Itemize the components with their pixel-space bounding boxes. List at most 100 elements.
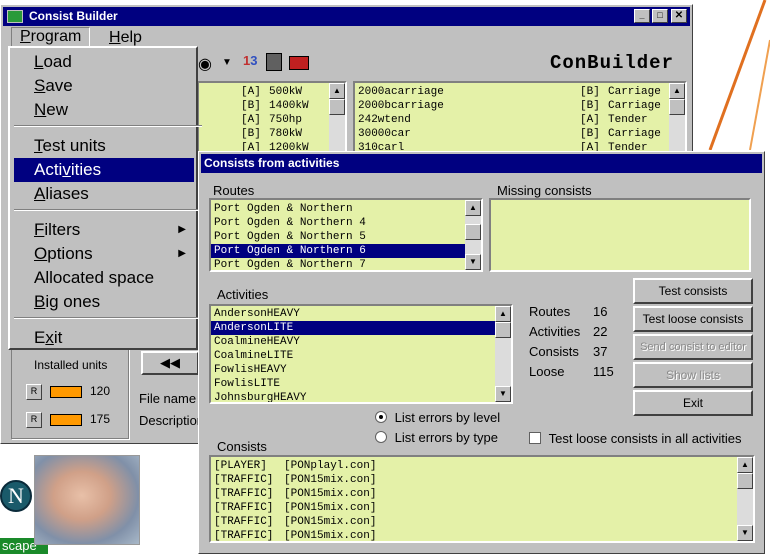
activity-row[interactable]: AndersonHEAVY xyxy=(211,307,495,321)
cars-scrollbar[interactable]: ▲ xyxy=(669,83,685,153)
menu-item-new[interactable]: New xyxy=(14,98,194,122)
activities-list[interactable]: AndersonHEAVY AndersonLITE CoalmineHEAVY Co… xyxy=(209,304,513,404)
refresh-wagons-button[interactable]: R xyxy=(26,412,42,428)
desktop-icon-netscape[interactable]: N xyxy=(0,480,34,540)
route-row[interactable]: Port Ogden & Northern 6 xyxy=(211,244,465,258)
activity-row[interactable]: CoalmineLITE xyxy=(211,349,495,363)
activity-row[interactable]: FowlisLITE xyxy=(211,377,495,391)
units-scrollbar[interactable]: ▲ xyxy=(329,83,345,153)
scroll-thumb[interactable] xyxy=(669,99,685,115)
menu-separator xyxy=(14,125,202,127)
route-row[interactable]: Port Ogden & Northern xyxy=(211,202,465,216)
car-row[interactable]: 30000car [B] Carriage xyxy=(355,127,685,141)
activities-scrollbar[interactable]: ▲ ▼ xyxy=(495,306,511,402)
sort-icon[interactable]: 13 xyxy=(243,53,257,68)
activity-row[interactable]: AndersonLITE xyxy=(211,321,495,335)
unit-row[interactable]: [A] 500kW xyxy=(199,85,345,99)
scroll-up-icon[interactable]: ▲ xyxy=(465,200,481,216)
engine-icon xyxy=(50,386,82,398)
menu-separator xyxy=(14,209,202,211)
test-consists-button[interactable]: Test consists xyxy=(633,278,753,304)
radio-level-control[interactable] xyxy=(375,411,387,423)
mail-icon[interactable] xyxy=(289,56,309,70)
refresh-engines-button[interactable]: R xyxy=(26,384,42,400)
units-list[interactable]: [A] 500kW [B] 1400kW [A] 750hp [B] 780kW [A] 1200… xyxy=(197,81,347,155)
scroll-thumb[interactable] xyxy=(465,224,481,240)
menu-item-activities[interactable]: Activities xyxy=(14,158,194,182)
menu-item-load[interactable]: Load xyxy=(14,50,194,74)
routes-list[interactable]: Port Ogden & Northern Port Ogden & Northe… xyxy=(209,198,483,272)
consist-row[interactable]: [PLAYER] [PONplayl.con] xyxy=(211,459,753,473)
test-loose-checkbox[interactable]: Test loose consists in all activities xyxy=(529,431,742,446)
menu-item-big-ones[interactable]: Big ones xyxy=(14,290,194,314)
route-row[interactable]: Port Ogden & Northern 4 xyxy=(211,216,465,230)
unit-code: [A] xyxy=(241,114,261,126)
checkbox-control[interactable] xyxy=(529,432,541,444)
car-code: [B] xyxy=(580,128,600,140)
consist-row[interactable]: [TRAFFIC] [PON15mix.con] xyxy=(211,473,753,487)
car-name: 2000acarriage xyxy=(358,86,444,98)
activity-row[interactable]: CoalmineHEAVY xyxy=(211,335,495,349)
menu-item-filters[interactable]: Filters ▶ xyxy=(14,218,194,242)
test-loose-consists-button[interactable]: Test loose consists xyxy=(633,306,753,332)
routes-scrollbar[interactable]: ▲ ▼ xyxy=(465,200,481,270)
exit-button[interactable]: Exit xyxy=(633,390,753,416)
route-row[interactable]: Port Ogden & Northern 5 xyxy=(211,230,465,244)
radio-errors-by-level[interactable]: List errors by level xyxy=(375,410,500,425)
stat-value-activities: 22 xyxy=(593,324,608,339)
consists-scrollbar[interactable]: ▲ ▼ xyxy=(737,457,753,541)
scroll-up-icon[interactable]: ▲ xyxy=(669,83,685,99)
send-consist-to-editor-button[interactable]: Send consist to editor xyxy=(633,334,753,360)
chevron-down-icon[interactable]: ▼ xyxy=(222,57,232,68)
menu-item-test-units[interactable]: Test units xyxy=(14,134,194,158)
scroll-thumb[interactable] xyxy=(329,99,345,115)
scroll-up-icon[interactable]: ▲ xyxy=(495,306,511,322)
car-code: [A] xyxy=(580,114,600,126)
cars-list[interactable]: 2000acarriage [B] Carriage 2000bcarriage [B]… xyxy=(353,81,687,155)
menu-item-exit[interactable]: Exit xyxy=(14,326,194,350)
dialog-titlebar[interactable]: Consists from activities xyxy=(201,154,762,173)
main-titlebar[interactable]: Consist Builder _ □ ✕ xyxy=(3,7,690,26)
car-row[interactable]: 2000bcarriage [B] Carriage xyxy=(355,99,685,113)
consist-row[interactable]: [TRAFFIC] [PON15mix.con] xyxy=(211,501,753,515)
consist-row[interactable]: [TRAFFIC] [PON15mix.con] xyxy=(211,487,753,501)
missing-consists-list[interactable] xyxy=(489,198,751,272)
menu-item-label: Test units xyxy=(34,136,106,155)
close-button[interactable]: ✕ xyxy=(671,9,687,23)
unit-code: [B] xyxy=(241,100,261,112)
rewind-button[interactable]: ◀◀ xyxy=(141,351,199,375)
menu-item-save[interactable]: Save xyxy=(14,74,194,98)
consists-list[interactable]: [PLAYER] [PONplayl.con] [TRAFFIC] [PON15mix… xyxy=(209,455,755,543)
show-lists-button[interactable]: Show lists xyxy=(633,362,753,388)
activity-row[interactable]: FowlisHEAVY xyxy=(211,363,495,377)
scroll-up-icon[interactable]: ▲ xyxy=(329,83,345,99)
consist-row[interactable]: [TRAFFIC] [PON15mix.con] xyxy=(211,529,753,541)
unit-code: [A] xyxy=(241,86,261,98)
scroll-down-icon[interactable]: ▼ xyxy=(495,386,511,402)
radio-type-control[interactable] xyxy=(375,431,387,443)
scroll-up-icon[interactable]: ▲ xyxy=(737,457,753,473)
unit-row[interactable]: [A] 750hp xyxy=(199,113,345,127)
menu-item-allocated-space[interactable]: Allocated space xyxy=(14,266,194,290)
car-row[interactable]: 242wtend [A] Tender xyxy=(355,113,685,127)
radio-errors-by-type[interactable]: List errors by type xyxy=(375,430,498,445)
scroll-down-icon[interactable]: ▼ xyxy=(737,525,753,541)
activity-row[interactable]: JohnsburgHEAVY xyxy=(211,391,495,402)
unit-row[interactable]: [B] 780kW xyxy=(199,127,345,141)
eye-icon[interactable]: ◉ xyxy=(198,54,212,74)
unit-row[interactable]: [B] 1400kW xyxy=(199,99,345,113)
scroll-thumb[interactable] xyxy=(495,322,511,338)
consist-file: [PON15mix.con] xyxy=(284,488,377,500)
route-row[interactable]: Port Ogden & Northern 7 xyxy=(211,258,465,270)
car-row[interactable]: 2000acarriage [B] Carriage xyxy=(355,85,685,99)
menu-item-options[interactable]: Options ▶ xyxy=(14,242,194,266)
stat-label-loose: Loose xyxy=(529,364,565,379)
car-type: Tender xyxy=(608,114,648,126)
scroll-down-icon[interactable]: ▼ xyxy=(465,254,481,270)
consist-row[interactable]: [TRAFFIC] [PON15mix.con] xyxy=(211,515,753,529)
menu-item-aliases[interactable]: Aliases xyxy=(14,182,194,206)
minimize-button[interactable]: _ xyxy=(634,9,650,23)
clipboard-icon[interactable] xyxy=(266,53,282,71)
scroll-thumb[interactable] xyxy=(737,473,753,489)
maximize-button[interactable]: □ xyxy=(652,9,668,23)
